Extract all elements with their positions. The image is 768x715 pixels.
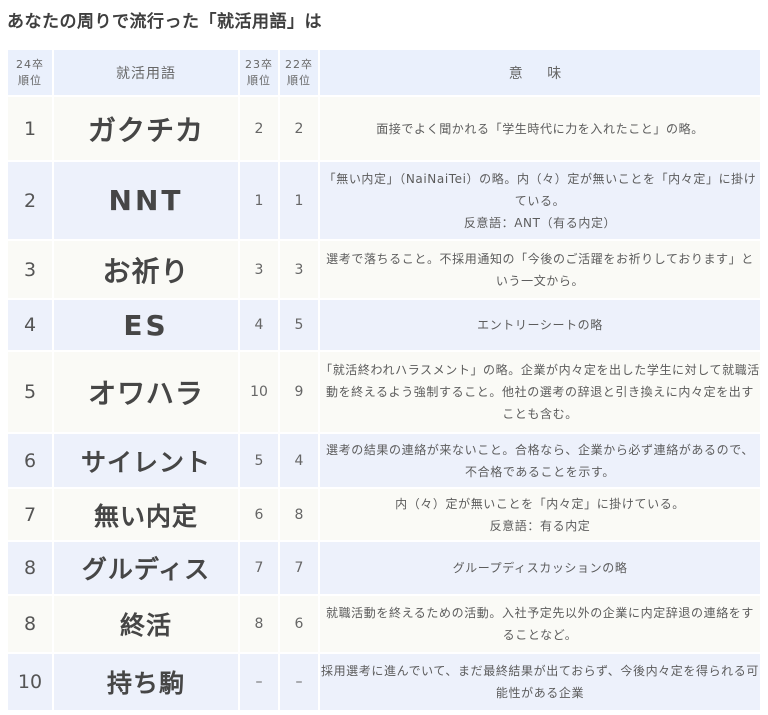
rank-22: 2 [280, 97, 318, 160]
rank-24: 1 [8, 97, 52, 160]
header-rank-24: 24卒 順位 [8, 50, 52, 95]
rank-23: 5 [240, 434, 278, 487]
rank-24: 7 [8, 489, 52, 540]
meaning: 面接でよく聞かれる「学生時代に力を入れたこと」の略。 [320, 97, 760, 160]
table-row: 3 お祈り 3 3 選考で落ちること。不採用通知の「今後のご活躍をお祈りしており… [8, 241, 760, 298]
term: グルディス [54, 542, 238, 594]
page-title: あなたの周りで流行った「就活用語」は [7, 12, 322, 32]
table-row: 1 ガクチカ 2 2 面接でよく聞かれる「学生時代に力を入れたこと」の略。 [8, 97, 760, 160]
term: ES [54, 300, 238, 350]
table-row: 8 グルディス 7 7 グループディスカッションの略 [8, 542, 760, 594]
meaning: エントリーシートの略 [320, 300, 760, 350]
rank-23: 4 [240, 300, 278, 350]
table-row: 8 終活 8 6 就職活動を終えるための活動。入社予定先以外の企業に内定辞退の連… [8, 596, 760, 652]
rank-22: 7 [280, 542, 318, 594]
term: ガクチカ [54, 97, 238, 160]
meaning: 内（々）定が無いことを「内々定」に掛けている。 反意語：有る内定 [320, 489, 760, 540]
meaning-line: 内（々）定が無いことを「内々定」に掛けている。 [395, 496, 685, 511]
term: NNT [54, 162, 238, 239]
meaning: グループディスカッションの略 [320, 542, 760, 594]
rank-23: 8 [240, 596, 278, 652]
meaning-line: 「無い内定」（NaiNaiTei）の略。内（々）定が無いことを「内々定」に掛けて… [323, 171, 757, 208]
header-rank-22-line2: 順位 [287, 73, 311, 87]
meaning-line: 就職活動を終えるための活動。入社予定先以外の企業に内定辞退の連絡をすることなど。 [325, 606, 755, 642]
rank-24: 8 [8, 542, 52, 594]
header-rank-23-line1: 23卒 [245, 57, 273, 71]
rank-24: 5 [8, 352, 52, 432]
rank-22: 8 [280, 489, 318, 540]
meaning-line: 「就活終われハラスメント」の略。企業が内々定を出した学生に対して就職活動を終える… [320, 363, 760, 421]
meaning: 選考で落ちること。不採用通知の「今後のご活躍をお祈りしております」という一文から… [320, 241, 760, 298]
meaning: 採用選考に進んでいて、まだ最終結果が出ておらず、今後内々定を得られる可能性がある… [320, 654, 760, 710]
rank-23: 2 [240, 97, 278, 160]
table-row: 6 サイレント 5 4 選考の結果の連絡が来ないこと。合格なら、企業から必ず連絡… [8, 434, 760, 487]
meaning-line: 反意語：ANT（有る内定） [463, 215, 617, 230]
meaning-line: 選考で落ちること。不採用通知の「今後のご活躍をお祈りしております」という一文から… [326, 251, 754, 288]
meaning: 選考の結果の連絡が来ないこと。合格なら、企業から必ず連絡があるので、不合格である… [320, 434, 760, 487]
meaning-line: 選考の結果の連絡が来ないこと。合格なら、企業から必ず連絡があるので、不合格である… [326, 442, 754, 479]
job-hunting-terms-table: 24卒 順位 就活用語 23卒 順位 22卒 順位 意 味 1 ガクチカ 2 2… [6, 48, 762, 712]
meaning-line: 面接でよく聞かれる「学生時代に力を入れたこと」の略。 [376, 121, 704, 136]
rank-22: 6 [280, 596, 318, 652]
header-rank-23: 23卒 順位 [240, 50, 278, 95]
rank-23: – [240, 654, 278, 710]
term: 持ち駒 [54, 654, 238, 710]
rank-24: 8 [8, 596, 52, 652]
term: 無い内定 [54, 489, 238, 540]
table-row: 4 ES 4 5 エントリーシートの略 [8, 300, 760, 350]
rank-23: 7 [240, 542, 278, 594]
meaning-line: グループディスカッションの略 [452, 561, 628, 575]
term: 終活 [54, 596, 238, 652]
rank-24: 3 [8, 241, 52, 298]
header-meaning: 意 味 [320, 50, 760, 95]
rank-22: 1 [280, 162, 318, 239]
meaning: 「無い内定」（NaiNaiTei）の略。内（々）定が無いことを「内々定」に掛けて… [320, 162, 760, 239]
rank-22: 5 [280, 300, 318, 350]
meaning-line: 反意語：有る内定 [489, 518, 591, 533]
term: お祈り [54, 241, 238, 298]
rank-24: 6 [8, 434, 52, 487]
meaning: 「就活終われハラスメント」の略。企業が内々定を出した学生に対して就職活動を終える… [320, 352, 760, 432]
rank-23: 10 [240, 352, 278, 432]
rank-24: 4 [8, 300, 52, 350]
table-row: 10 持ち駒 – – 採用選考に進んでいて、まだ最終結果が出ておらず、今後内々定… [8, 654, 760, 710]
table-row: 5 オワハラ 10 9 「就活終われハラスメント」の略。企業が内々定を出した学生… [8, 352, 760, 432]
rank-24: 2 [8, 162, 52, 239]
header-rank-23-line2: 順位 [247, 73, 271, 87]
header-term: 就活用語 [54, 50, 238, 95]
rank-23: 6 [240, 489, 278, 540]
rank-22: 9 [280, 352, 318, 432]
meaning-line: 採用選考に進んでいて、まだ最終結果が出ておらず、今後内々定を得られる可能性がある… [320, 664, 759, 700]
rank-23: 3 [240, 241, 278, 298]
header-rank-22-line1: 22卒 [285, 57, 313, 71]
rank-24: 10 [8, 654, 52, 710]
header-rank-24-line1: 24卒 [16, 57, 44, 71]
term: オワハラ [54, 352, 238, 432]
table-row: 2 NNT 1 1 「無い内定」（NaiNaiTei）の略。内（々）定が無いこと… [8, 162, 760, 239]
rank-22: – [280, 654, 318, 710]
header-rank-22: 22卒 順位 [280, 50, 318, 95]
rank-22: 4 [280, 434, 318, 487]
table-row: 7 無い内定 6 8 内（々）定が無いことを「内々定」に掛けている。 反意語：有… [8, 489, 760, 540]
term: サイレント [54, 434, 238, 487]
meaning-line: エントリーシートの略 [477, 318, 603, 332]
rank-23: 1 [240, 162, 278, 239]
table-header-row: 24卒 順位 就活用語 23卒 順位 22卒 順位 意 味 [8, 50, 760, 95]
meaning: 就職活動を終えるための活動。入社予定先以外の企業に内定辞退の連絡をすることなど。 [320, 596, 760, 652]
rank-22: 3 [280, 241, 318, 298]
header-rank-24-line2: 順位 [18, 73, 42, 87]
